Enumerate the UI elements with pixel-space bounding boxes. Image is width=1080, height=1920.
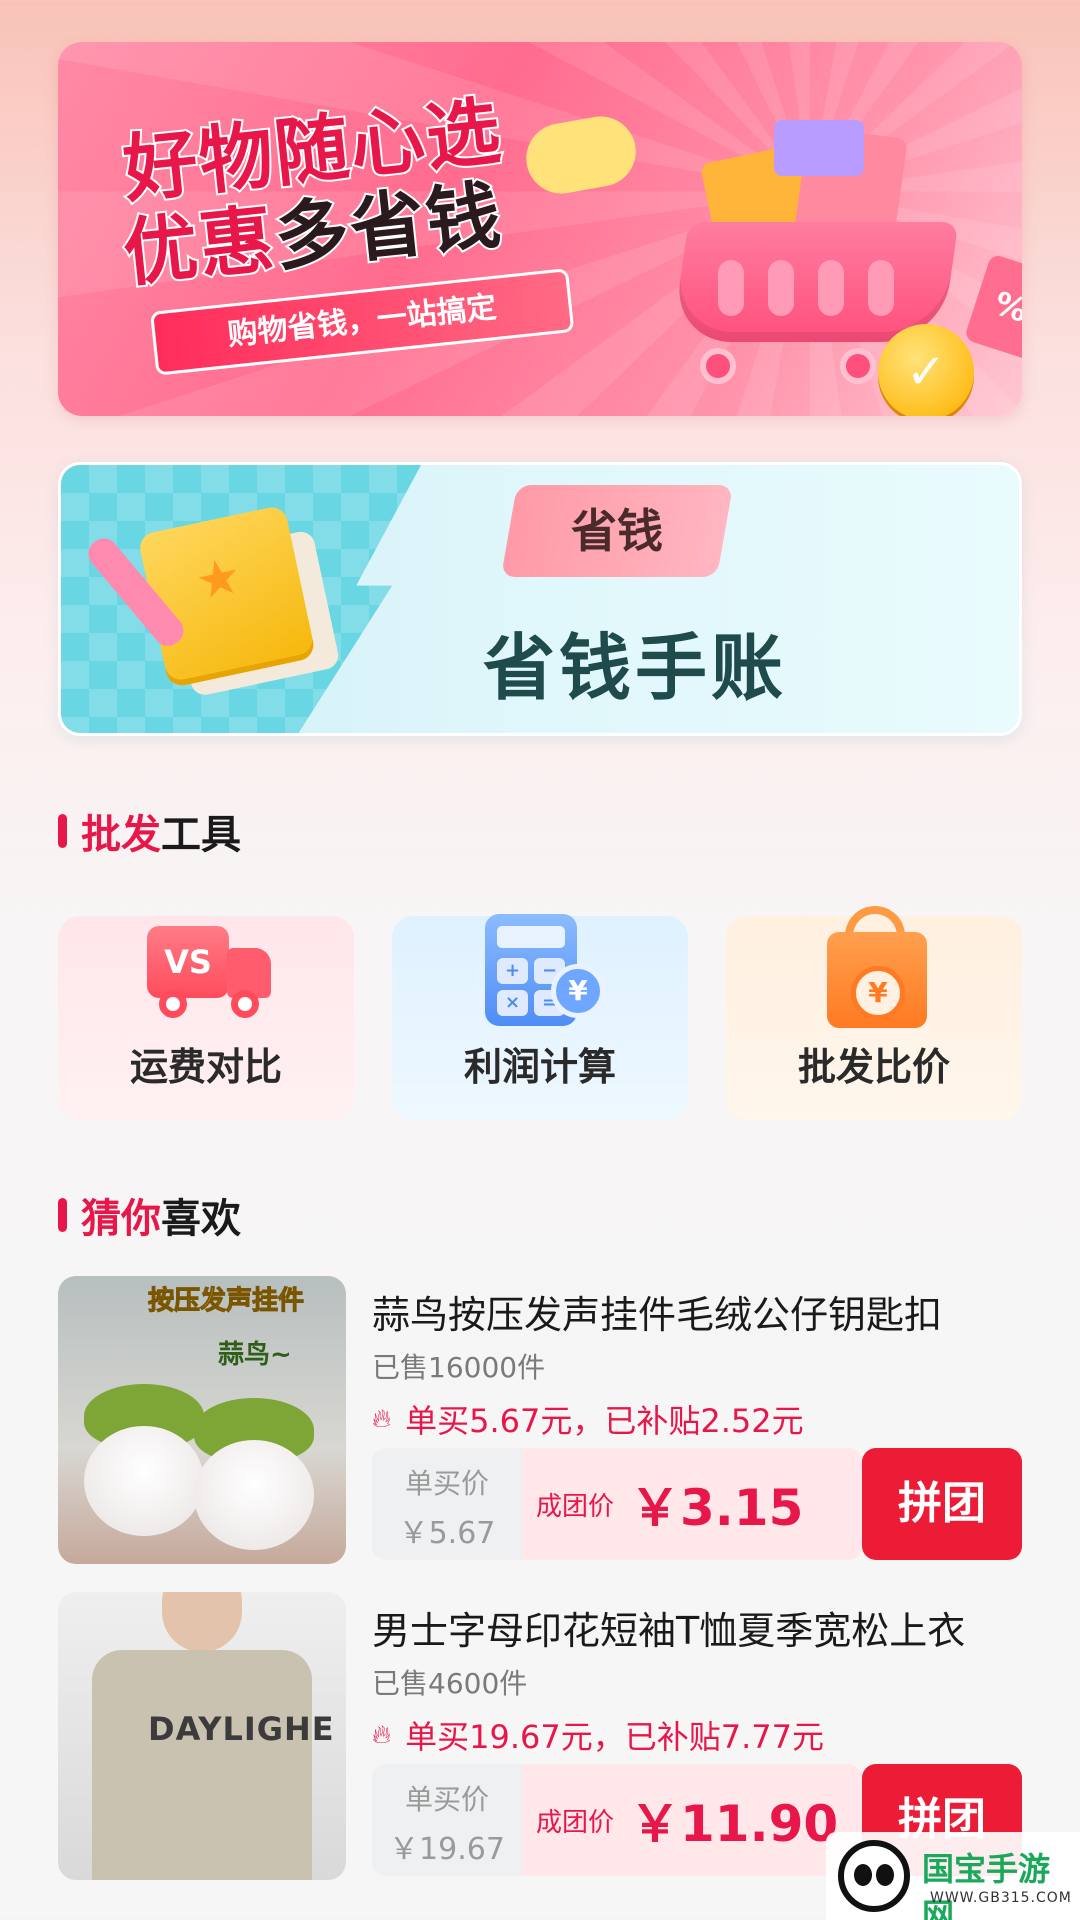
heading-accent-bar (58, 1198, 67, 1232)
site-watermark: 国宝手游网 WWW.GB315.COM (826, 1832, 1080, 1920)
price-box: 单买价 ￥5.67 成团价 ￥3.15 (372, 1448, 862, 1560)
tool-label-shipping-compare: 运费对比 (129, 1045, 282, 1089)
watermark-name: 国宝手游网 (922, 1850, 1051, 1920)
plush-bird (194, 1440, 314, 1550)
product-image-subcaption: 蒜鸟~ (218, 1340, 292, 1370)
tools-heading-rest: 工具 (161, 812, 241, 858)
heading-accent-bar (58, 814, 67, 848)
group-price-label: 成团价 (536, 1491, 615, 1522)
single-price-value: ￥19.67 (389, 1832, 505, 1867)
single-price-value: ￥5.67 (398, 1516, 496, 1551)
panda-logo-icon (838, 1840, 910, 1912)
product-subsidy-text: 单买5.67元，已补贴2.52元 (405, 1402, 804, 1440)
tool-card-profit-calc[interactable]: + − × = ¥ 利润计算 (392, 914, 688, 1120)
tools-heading-accent: 批发 (81, 812, 161, 858)
plush-bird (84, 1426, 204, 1536)
cart-slot (768, 260, 794, 316)
shopping-cart-illustration: ✓ % (670, 112, 1022, 416)
recommend-heading-rest: 喜欢 (161, 1196, 241, 1242)
notebook-icon: ★ (82, 490, 341, 698)
gift-box-icon (774, 120, 864, 176)
promo-banner[interactable]: 好物随心选 优惠多省钱 购物省钱，一站搞定 ✓ % (58, 42, 1022, 416)
group-price-block: 成团价 ￥3.15 (522, 1448, 862, 1560)
product-image-caption: DAYLIGHE (148, 1710, 335, 1748)
product-image[interactable]: 按压发声挂件 蒜鸟~ (58, 1276, 346, 1564)
flame-icon: 🔥︎ (372, 1403, 392, 1434)
cart-slot (818, 260, 844, 316)
single-price-label: 单买价 (404, 1783, 489, 1816)
truck-wheel (231, 990, 259, 1018)
truck-vs-label: VS (147, 926, 229, 998)
recommend-section-heading: 猜你 喜欢 (58, 1190, 241, 1242)
yuan-coin-icon: ¥ (551, 964, 605, 1018)
group-buy-button[interactable]: 拼团 (862, 1448, 1022, 1560)
price-box: 单买价 ￥19.67 成团价 ￥11.90 (372, 1764, 862, 1876)
single-price-block: 单买价 ￥19.67 (372, 1764, 522, 1876)
product-image-caption: 按压发声挂件 (147, 1286, 305, 1317)
product-title[interactable]: 蒜鸟按压发声挂件毛绒公仔钥匙扣 (372, 1284, 1022, 1339)
tool-card-price-compare[interactable]: ¥ 批发比价 (726, 906, 1022, 1120)
group-price-block: 成团价 ￥11.90 (522, 1764, 862, 1876)
watermark-url: WWW.GB315.COM (930, 1890, 1072, 1906)
promo-headline-red: 优惠 (117, 194, 281, 299)
product-sold-count: 已售4600件 (372, 1667, 528, 1700)
discount-tag-icon: % (963, 253, 1022, 361)
calculator-icon: + − × = ¥ (475, 902, 605, 1026)
calculator-screen (497, 926, 565, 948)
product-card[interactable]: 按压发声挂件 蒜鸟~ 蒜鸟按压发声挂件毛绒公仔钥匙扣 已售16000件 🔥︎ 单… (58, 1276, 1022, 1566)
single-price-block: 单买价 ￥5.67 (372, 1448, 522, 1560)
journal-title: 省钱手账 (483, 626, 788, 710)
truck-wheel (159, 990, 187, 1018)
shopping-bag-price-icon: ¥ (809, 902, 939, 1028)
product-subsidy-text: 单买19.67元，已补贴7.77元 (405, 1718, 824, 1756)
tool-label-price-compare: 批发比价 (797, 1045, 950, 1089)
coin-check-icon: ✓ (878, 324, 974, 416)
cart-wheel (700, 348, 736, 384)
tool-label-profit-calc: 利润计算 (463, 1045, 616, 1089)
yuan-coin-icon: ¥ (851, 966, 905, 1020)
tool-card-shipping-compare[interactable]: VS 运费对比 (58, 916, 354, 1120)
cart-slot (718, 260, 744, 316)
savings-journal-banner[interactable]: ★ 省钱 省钱手账 (58, 462, 1022, 736)
group-price-label: 成团价 (536, 1807, 615, 1838)
group-price-value: ￥11.90 (630, 1795, 839, 1853)
journal-tag-label: 省钱 (571, 504, 663, 558)
cart-wheel (840, 348, 876, 384)
tshirt-shape (92, 1650, 312, 1880)
product-image[interactable]: DAYLIGHE (58, 1592, 346, 1880)
journal-tag: 省钱 (500, 485, 734, 577)
recommend-heading-accent: 猜你 (81, 1196, 161, 1242)
single-price-label: 单买价 (404, 1467, 489, 1500)
flame-icon: 🔥︎ (372, 1719, 392, 1750)
tools-section-heading: 批发 工具 (58, 806, 241, 858)
model-head (162, 1592, 242, 1652)
shipping-truck-vs-icon: VS (141, 902, 271, 1022)
product-subsidy: 🔥︎ 单买19.67元，已补贴7.77元 (372, 1712, 824, 1758)
product-title[interactable]: 男士字母印花短袖T恤夏季宽松上衣 (372, 1600, 1022, 1655)
product-sold-count: 已售16000件 (372, 1351, 546, 1384)
group-price-value: ￥3.15 (630, 1479, 804, 1537)
cart-slot (868, 260, 894, 316)
product-subsidy: 🔥︎ 单买5.67元，已补贴2.52元 (372, 1396, 804, 1442)
